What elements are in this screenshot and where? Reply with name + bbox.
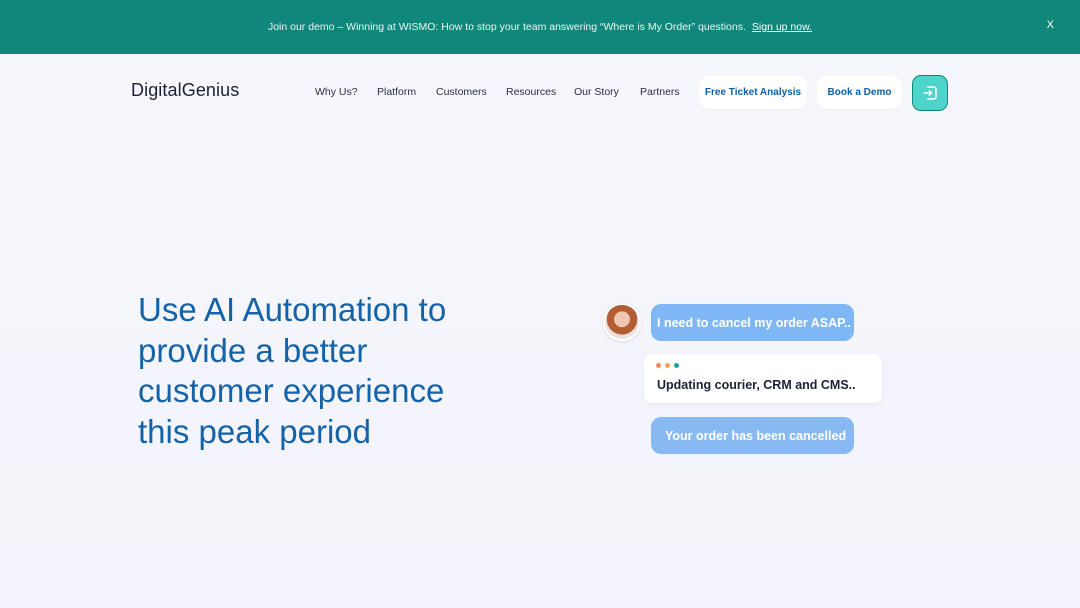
book-demo-button[interactable]: Book a Demo bbox=[817, 76, 902, 109]
user-message-text: I need to cancel my order ASAP.. bbox=[657, 315, 851, 330]
typing-dot bbox=[665, 363, 670, 368]
logo-text-digital: Digital bbox=[131, 80, 182, 100]
nav-item-resources[interactable]: Resources bbox=[506, 86, 556, 98]
banner-message: Join our demo – Winning at WISMO: How to… bbox=[267, 21, 746, 33]
customer-avatar bbox=[603, 303, 641, 341]
banner-signup-link[interactable]: Sign up now. bbox=[752, 21, 812, 33]
free-ticket-analysis-button[interactable]: Free Ticket Analysis bbox=[699, 76, 807, 109]
announcement-banner: Join our demo – Winning at WISMO: How to… bbox=[0, 0, 1080, 54]
typing-dot bbox=[674, 363, 679, 368]
login-icon bbox=[923, 86, 937, 100]
hero-title: Use AI Automation to provide a better cu… bbox=[138, 291, 447, 450]
typing-dot bbox=[656, 363, 661, 368]
nav-item-customers[interactable]: Customers bbox=[436, 86, 487, 98]
bot-message-text: Your order has been cancelled bbox=[665, 428, 847, 443]
nav-item-partners[interactable]: Partners bbox=[640, 86, 680, 98]
banner-close-button[interactable]: X bbox=[1047, 19, 1054, 31]
nav-item-platform[interactable]: Platform bbox=[377, 86, 416, 98]
chat-bubble-user: I need to cancel my order ASAP.. bbox=[651, 304, 854, 341]
typing-indicator bbox=[656, 363, 679, 368]
nav-item-why-us[interactable]: Why Us? bbox=[315, 86, 358, 98]
logo-text-genius: Genius bbox=[181, 80, 240, 100]
chat-bubble-status: Updating courier, CRM and CMS.. bbox=[644, 354, 882, 403]
chat-bubble-bot: Your order has been cancelled bbox=[651, 417, 854, 454]
login-button[interactable] bbox=[912, 75, 948, 111]
logo[interactable]: DigitalGenius bbox=[131, 80, 239, 101]
status-message-text: Updating courier, CRM and CMS.. bbox=[657, 378, 856, 392]
nav-item-our-story[interactable]: Our Story bbox=[574, 86, 619, 98]
